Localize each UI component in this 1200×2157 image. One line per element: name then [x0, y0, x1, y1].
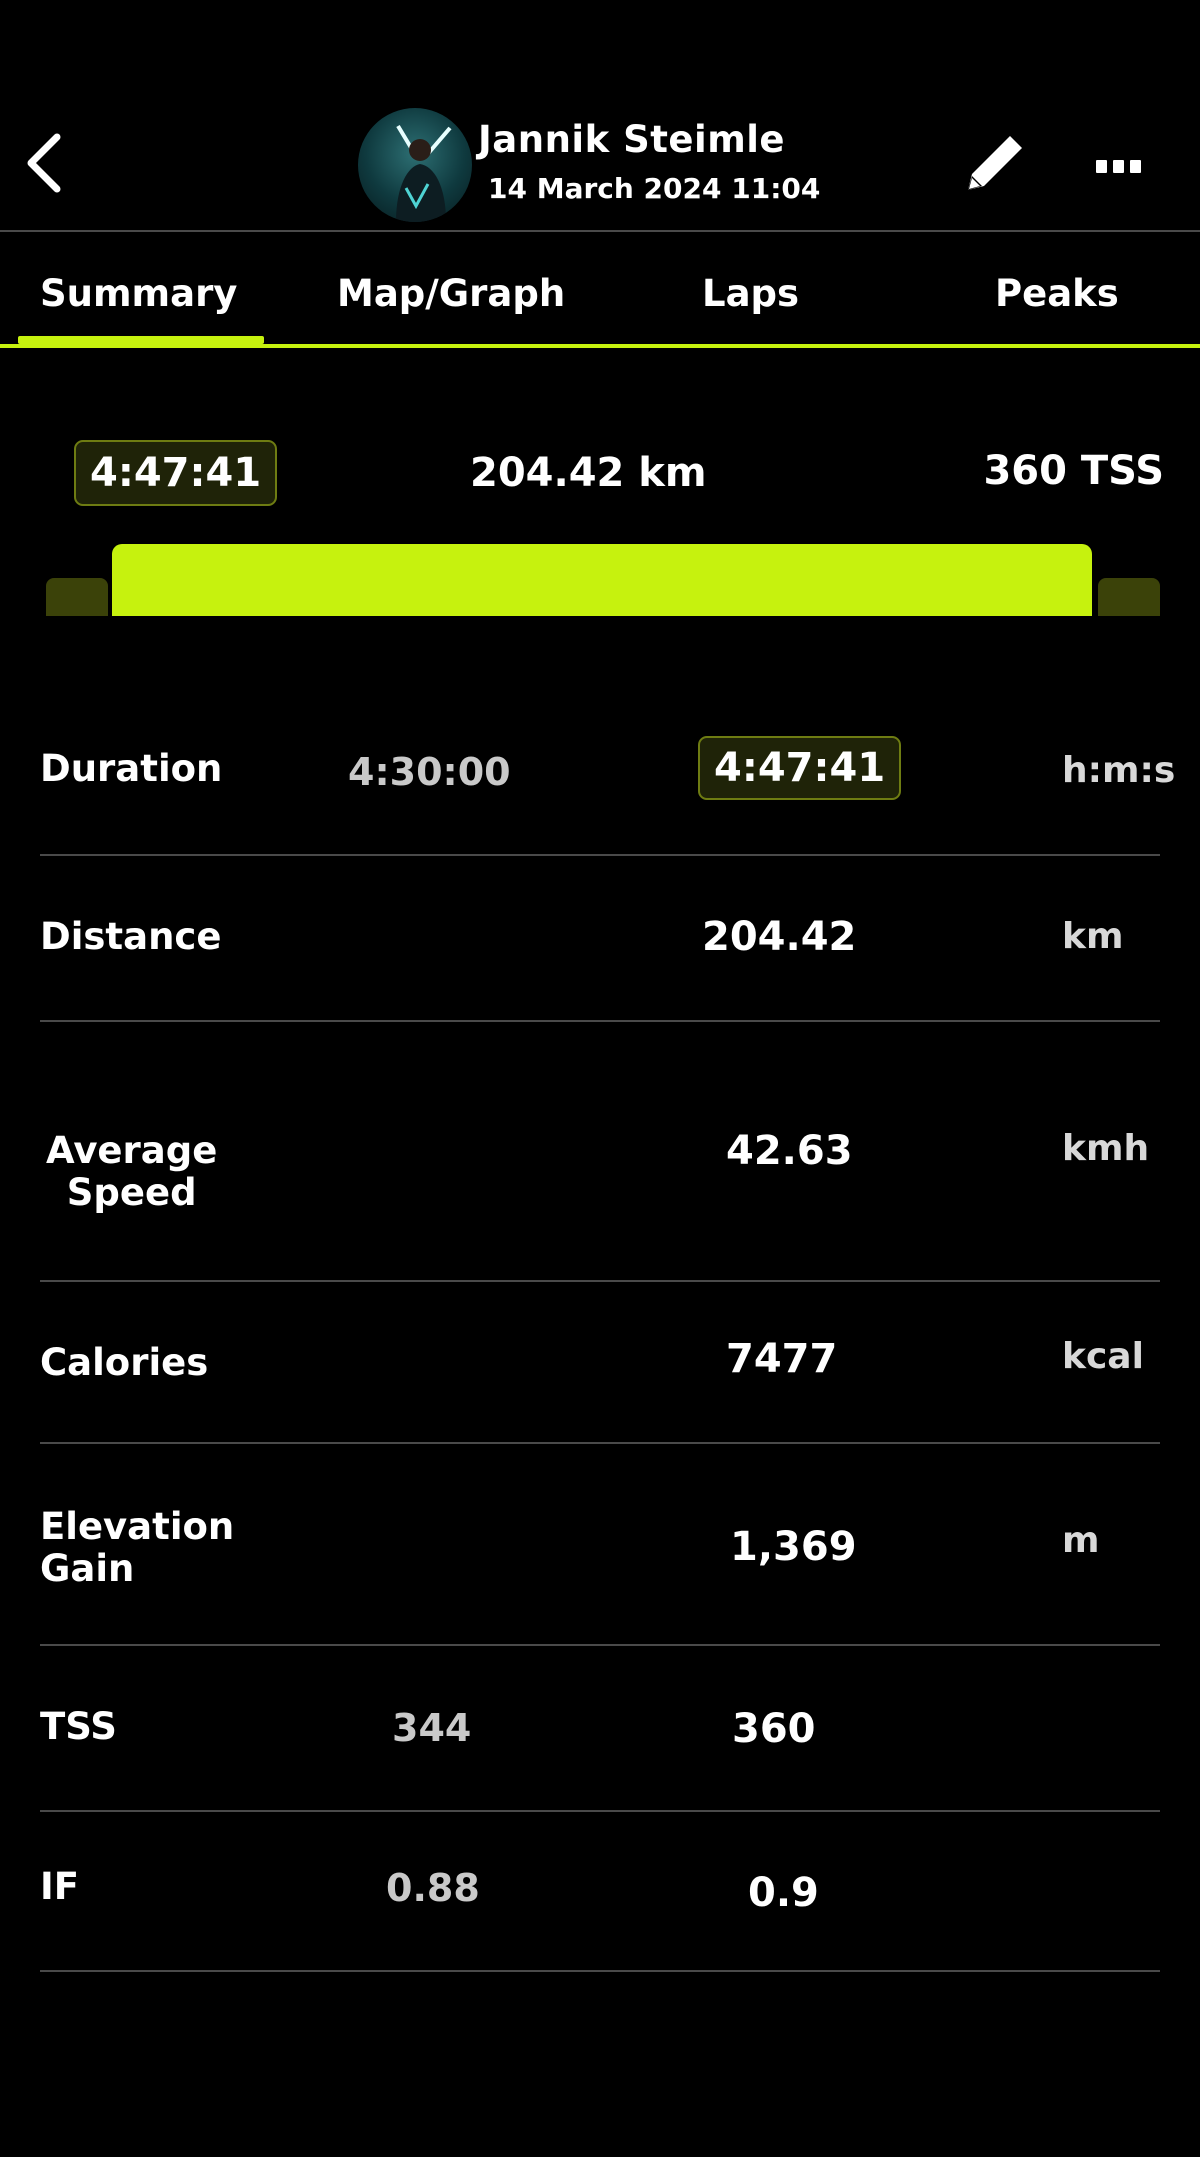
metric-label: Duration: [40, 747, 223, 790]
metric-actual: 0.9: [748, 1870, 819, 1916]
activity-bar-segment-right: [1098, 578, 1160, 616]
user-name: Jannik Steimle: [478, 118, 786, 161]
metric-row-elevation-gain: Elevation Gain 1,369 m: [0, 1444, 1200, 1646]
metric-label: Calories: [40, 1341, 209, 1384]
tab-map-graph[interactable]: Map/Graph: [337, 272, 565, 315]
avatar[interactable]: [358, 108, 472, 222]
tab-peaks[interactable]: Peaks: [995, 272, 1119, 315]
metric-unit: km: [1062, 916, 1124, 957]
pencil-icon: [968, 136, 1022, 190]
metric-unit: m: [1062, 1520, 1100, 1561]
metric-row-distance: Distance 204.42 km: [0, 856, 1200, 1022]
metric-actual: 360: [732, 1706, 816, 1752]
more-options-button[interactable]: [1088, 146, 1148, 186]
metric-label: Distance: [40, 915, 222, 958]
metric-planned: 0.88: [386, 1866, 480, 1910]
activity-date: 14 March 2024 11:04: [488, 172, 821, 205]
more-dots-icon: [1095, 159, 1107, 173]
metric-unit: kcal: [1062, 1336, 1144, 1377]
summary-distance: 204.42 km: [470, 450, 707, 496]
metric-label: TSS: [40, 1705, 117, 1748]
metric-planned: 4:30:00: [348, 750, 511, 794]
summary-tss: 360 TSS: [983, 448, 1164, 494]
metric-actual: 1,369: [730, 1524, 857, 1570]
active-tab-indicator: [18, 336, 264, 344]
metric-row-tss: TSS 344 360: [0, 1646, 1200, 1812]
tab-summary[interactable]: Summary: [40, 272, 237, 315]
metric-actual: 42.63: [726, 1128, 853, 1174]
chevron-left-icon: [27, 133, 61, 193]
header: Jannik Steimle 14 March 2024 11:04: [0, 0, 1200, 232]
tabs-accent-line: [0, 344, 1200, 348]
activity-summary-screen: Jannik Steimle 14 March 2024 11:04 Summa…: [0, 0, 1200, 2157]
summary-duration: 4:47:41: [74, 440, 278, 506]
metric-label: Average Speed: [46, 1129, 218, 1214]
metric-actual: 4:47:41: [698, 736, 902, 800]
metric-row-average-speed: Average Speed 42.63 kmh: [0, 1022, 1200, 1282]
activity-bar-fill[interactable]: [112, 544, 1092, 616]
metric-row-duration: Duration 4:30:00 4:47:41 h:m:s: [0, 700, 1200, 856]
metric-unit: kmh: [1062, 1128, 1150, 1169]
metric-row-if: IF 0.88 0.9: [0, 1812, 1200, 1972]
metric-actual: 204.42: [702, 914, 857, 960]
metric-label: Elevation Gain: [40, 1505, 235, 1590]
metric-label: IF: [40, 1865, 80, 1908]
edit-button[interactable]: [956, 126, 1032, 202]
activity-bar-segment-left: [46, 578, 108, 616]
metric-actual: 7477: [726, 1336, 838, 1382]
metric-planned: 344: [392, 1706, 472, 1750]
tab-laps[interactable]: Laps: [702, 272, 799, 315]
metric-unit: h:m:s: [1062, 750, 1176, 791]
back-button[interactable]: [18, 128, 68, 198]
tab-bar: Summary Map/Graph Laps Peaks: [0, 232, 1200, 356]
metric-row-calories: Calories 7477 kcal: [0, 1282, 1200, 1444]
divider: [40, 1970, 1160, 1972]
